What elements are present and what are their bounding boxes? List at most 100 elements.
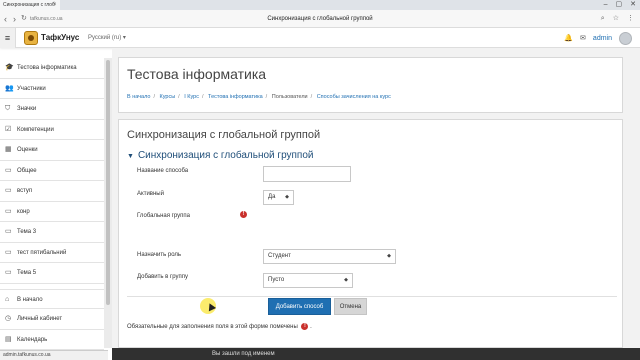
breadcrumb: В начало / Курсы / І Курс / Тестова інформа… — [127, 93, 391, 101]
active-label: Активный — [137, 191, 164, 197]
breadcrumb-separator: / — [153, 94, 155, 100]
sidebar-item-grades[interactable]: ▦ Оценки — [0, 140, 104, 161]
sidebar-item-topic-3[interactable]: ▭ Тема 3 — [0, 222, 104, 243]
role-label: Назначить роль — [137, 252, 182, 258]
group-select[interactable]: Пусто ◆ — [263, 273, 353, 288]
browser-tab-title: Синхронизация с глоб — [3, 2, 55, 8]
breadcrumb-users: Пользователи — [271, 94, 308, 100]
sidebar-scrollbar-thumb[interactable] — [106, 60, 110, 305]
sidebar-item-test[interactable]: ▭ тест пятибальний — [0, 243, 104, 263]
back-icon[interactable]: ‹ — [4, 13, 7, 25]
breadcrumb-link-home[interactable]: В начало — [127, 94, 150, 100]
method-name-input[interactable] — [263, 166, 351, 182]
sidebar-item-vstup[interactable]: ▭ вступ — [0, 181, 104, 202]
page-title: Тестова інформатика — [127, 66, 267, 82]
browser-status-bar: admin.tafkunus.co.ua — [0, 350, 108, 360]
group-select-value: Пусто — [268, 277, 285, 283]
sidebar-item-home[interactable]: ⌂ В начало — [0, 288, 104, 309]
sidebar-item-label: Компетенции — [17, 126, 54, 133]
sidebar-item-label: вступ — [17, 188, 33, 194]
sidebar-item-label: Тема 3 — [17, 229, 37, 235]
role-select[interactable]: Студент ◆ — [263, 249, 396, 264]
required-icon: ! — [240, 211, 247, 218]
site-navbar: ≡ ТафкУнус Русский (ru) ▾ 🔔 ✉ admin — [0, 28, 640, 48]
shield-icon: ⛉ — [5, 105, 11, 112]
select-caret-icon: ◆ — [344, 277, 348, 283]
section-title: Синхронизация с глобальной группой — [137, 150, 314, 161]
sidebar-item-label: тест пятибальний — [17, 249, 67, 256]
graduation-cap-icon: 🎓 — [5, 64, 14, 71]
bell-icon[interactable]: 🔔 — [564, 34, 573, 42]
sidebar-item-konr[interactable]: ▭ конр — [0, 202, 104, 222]
reload-icon[interactable]: ↻ — [21, 13, 27, 25]
active-select-value: Да — [268, 194, 276, 200]
users-icon: 👥 — [5, 84, 14, 92]
section-header[interactable]: ▼ Синхронизация с глобальной группой — [127, 150, 314, 161]
sidebar-item-dashboard[interactable]: ◷ Личный кабинет — [0, 309, 104, 330]
sidebar-item-topic-5[interactable]: ▭ Тема 5 — [0, 263, 104, 284]
breadcrumb-link-course[interactable]: Тестова інформатика — [208, 94, 263, 100]
method-name-label: Название способа — [137, 168, 189, 174]
breadcrumb-link-category[interactable]: І Курс — [184, 94, 199, 100]
folder-icon: ▭ — [5, 269, 12, 276]
minimize-icon[interactable]: – — [604, 0, 608, 10]
breadcrumb-separator: / — [178, 94, 180, 100]
group-label: Добавить в группу — [137, 274, 188, 280]
forward-icon[interactable]: › — [13, 13, 16, 25]
url-field[interactable]: tafkunus.co.ua — [30, 14, 63, 24]
breadcrumb-link-courses[interactable]: Курсы — [160, 94, 176, 100]
browser-tab-bar: Синхронизация с глоб × – ▢ ✕ — [0, 0, 640, 10]
sidebar-item-participants[interactable]: 👥 Участники — [0, 79, 104, 99]
search-icon[interactable]: ⌕ — [601, 13, 605, 25]
sidebar-item-competencies[interactable]: ☑ Компетенции — [0, 120, 104, 140]
add-method-button[interactable]: Добавить способ — [268, 298, 331, 315]
sidebar-item-label: Значки — [17, 106, 37, 112]
site-name[interactable]: ТафкУнус — [41, 28, 79, 48]
star-icon[interactable]: ☆ — [613, 13, 619, 25]
browser-tab[interactable]: Синхронизация с глоб × — [0, 0, 60, 10]
sidebar-item-label: Личный кабинет — [17, 316, 63, 322]
address-bar-icons: ⌕ ☆ ⋮ — [601, 13, 634, 25]
user-name[interactable]: admin — [593, 35, 612, 42]
site-logo[interactable] — [24, 31, 38, 45]
select-caret-icon: ◆ — [285, 194, 289, 200]
folder-icon: ▭ — [5, 248, 12, 256]
sidebar-item-course[interactable]: 🎓 Тестова інформатика — [0, 58, 104, 79]
sidebar-item-label: Оценки — [17, 147, 38, 153]
hamburger-menu-icon[interactable]: ≡ — [0, 28, 16, 48]
sidebar-item-label: Тестова інформатика — [17, 65, 77, 71]
sidebar-item-calendar[interactable]: ▤ Календарь — [0, 330, 104, 350]
sidebar-item-label: Календарь — [17, 336, 48, 343]
breadcrumb-link-enrolment[interactable]: Способы зачисления на курс — [317, 94, 391, 100]
breadcrumb-separator: / — [201, 94, 204, 100]
close-icon[interactable]: × — [53, 0, 57, 10]
select-caret-icon: ◆ — [387, 253, 391, 259]
footer-text: Вы зашли под именем — [212, 351, 275, 357]
folder-icon: ▭ — [5, 207, 12, 215]
chat-icon[interactable]: ✉ — [580, 34, 586, 42]
browser-page-title: Синхронизация с глобальной группой — [267, 16, 373, 22]
sidebar: 🎓 Тестова інформатика 👥 Участники ⛉ Значки … — [0, 58, 104, 350]
address-bar: ‹ › ↻ tafkunus.co.ua Синхронизация с гло… — [0, 10, 640, 28]
language-selector[interactable]: Русский (ru) ▾ — [88, 28, 126, 48]
sidebar-item-label: Тема 5 — [17, 270, 37, 276]
sidebar-item-general[interactable]: ▭ Общее — [0, 161, 104, 181]
menu-dots-icon[interactable]: ⋮ — [627, 13, 634, 25]
collapse-triangle-icon[interactable]: ▼ — [127, 153, 134, 160]
form-title: Синхронизация с глобальной группой — [127, 129, 321, 141]
close-window-icon[interactable]: ✕ — [630, 0, 636, 10]
form-divider — [127, 296, 617, 297]
calendar-icon: ▤ — [5, 335, 12, 343]
avatar[interactable] — [619, 31, 632, 45]
required-note-end: . — [310, 324, 312, 331]
home-icon: ⌂ — [5, 295, 10, 303]
grades-icon: ▦ — [5, 146, 12, 153]
sidebar-item-badges[interactable]: ⛉ Значки — [0, 99, 104, 120]
window-controls: – ▢ ✕ — [604, 0, 636, 10]
cancel-button[interactable]: Отмена — [334, 298, 367, 315]
breadcrumb-separator: / — [310, 94, 313, 100]
sidebar-item-label: конр — [17, 208, 30, 215]
breadcrumb-separator: / — [265, 94, 268, 100]
maximize-icon[interactable]: ▢ — [616, 0, 623, 10]
active-select[interactable]: Да ◆ — [263, 190, 294, 205]
